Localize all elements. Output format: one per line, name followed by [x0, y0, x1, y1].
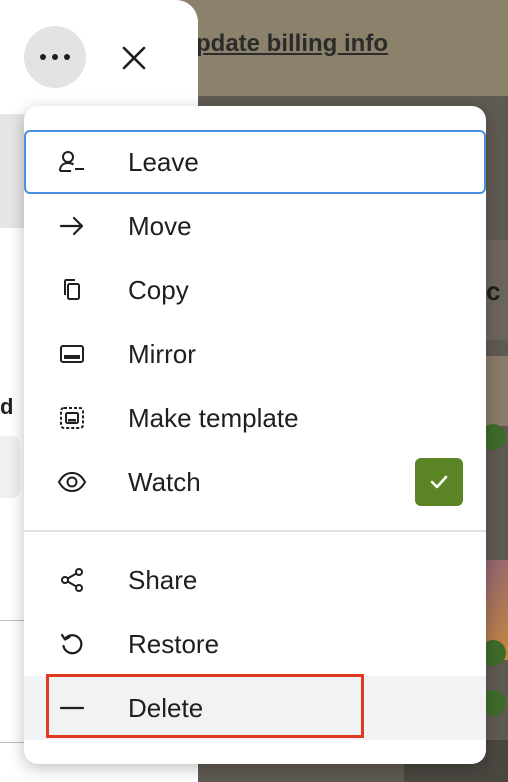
more-actions-button[interactable] [24, 26, 86, 88]
eye-icon [56, 466, 88, 498]
divider [0, 742, 24, 743]
menu-item-label: Share [128, 565, 198, 595]
watch-checked-badge [415, 458, 463, 506]
actions-menu: Leave Move Copy Mirror Make template Wat… [24, 106, 486, 764]
menu-item-move[interactable]: Move [24, 194, 486, 258]
user-minus-icon [56, 146, 88, 178]
menu-item-label: Mirror [128, 339, 196, 369]
menu-item-label: Make template [128, 403, 299, 433]
restore-icon [56, 628, 88, 660]
arrow-right-icon [56, 210, 88, 242]
side-panel-field[interactable] [0, 436, 20, 498]
close-icon [122, 46, 146, 70]
menu-item-restore[interactable]: Restore [24, 612, 486, 676]
share-icon [56, 564, 88, 596]
close-button[interactable] [112, 36, 156, 80]
menu-item-leave[interactable]: Leave [24, 130, 486, 194]
menu-item-label: Delete [128, 693, 204, 723]
menu-item-label: Restore [128, 629, 220, 659]
background-card-text: c [486, 276, 501, 306]
check-icon [430, 475, 448, 489]
more-horizontal-icon [37, 54, 73, 60]
divider [0, 620, 24, 621]
mirror-icon [56, 338, 88, 370]
menu-item-copy[interactable]: Copy [24, 258, 486, 322]
menu-item-label: Leave [128, 147, 199, 177]
menu-item-delete[interactable]: Delete [24, 676, 486, 740]
menu-divider [24, 530, 486, 532]
menu-item-label: Move [128, 211, 192, 241]
menu-item-share[interactable]: Share [24, 548, 486, 612]
copy-icon [56, 274, 88, 306]
menu-item-label: Copy [128, 275, 189, 305]
menu-item-label: Watch [128, 467, 201, 497]
update-billing-link[interactable]: pdate billing info [196, 30, 388, 58]
minus-icon [56, 692, 88, 724]
menu-item-mirror[interactable]: Mirror [24, 322, 486, 386]
template-icon [56, 402, 88, 434]
side-panel-label: d [0, 394, 14, 419]
menu-item-make-template[interactable]: Make template [24, 386, 486, 450]
